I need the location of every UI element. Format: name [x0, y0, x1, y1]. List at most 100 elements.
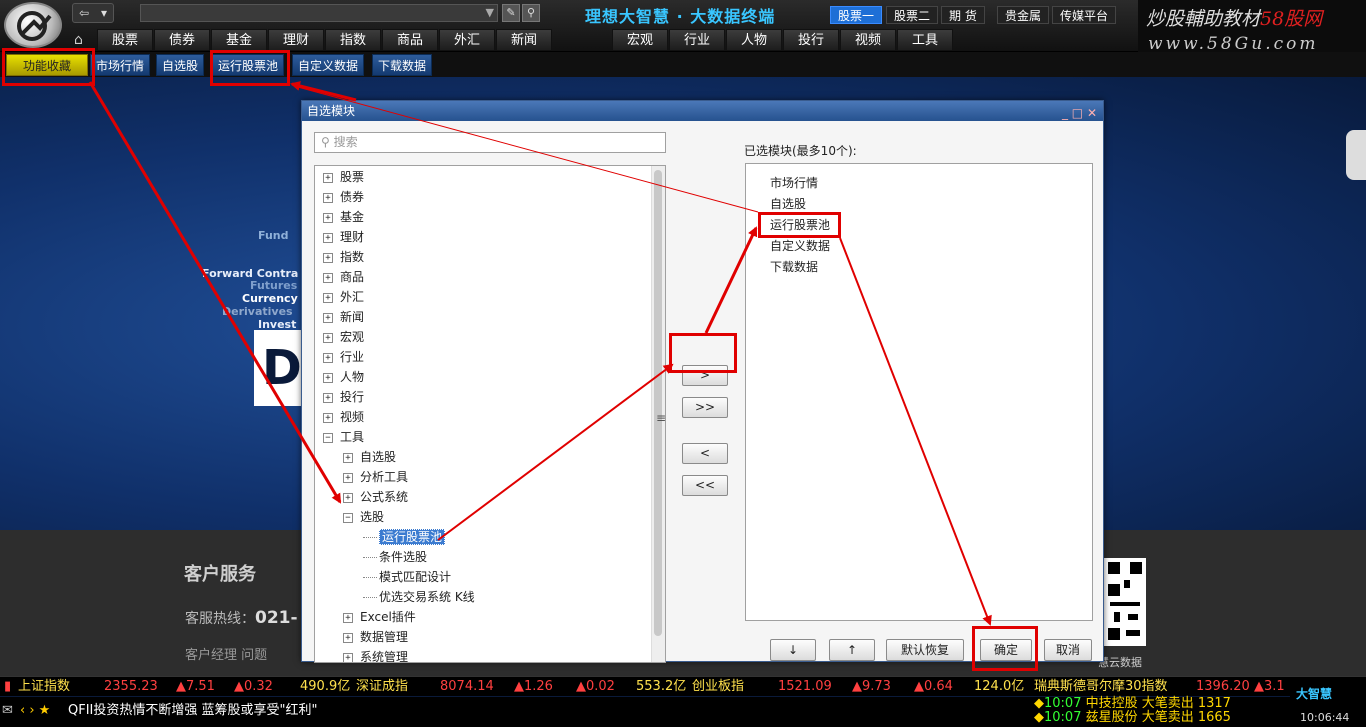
tab-forex[interactable]: 外汇	[439, 29, 495, 51]
expand-icon[interactable]: +	[343, 472, 353, 483]
tree-node-tools[interactable]: − 工具	[323, 428, 364, 446]
tab-bonds[interactable]: 债券	[154, 29, 210, 51]
mail-icon[interactable]: ✉	[2, 697, 13, 725]
home-icon[interactable]: ⌂	[74, 32, 83, 48]
remove-all-button[interactable]: <<	[682, 475, 728, 496]
expand-icon[interactable]: +	[323, 252, 333, 263]
expand-icon[interactable]: +	[323, 232, 333, 243]
ticker-sh-name[interactable]: 上证指数	[18, 677, 70, 697]
segment-precious-metal[interactable]: 贵金属	[997, 6, 1050, 24]
expand-icon[interactable]: +	[343, 452, 353, 463]
tree-leaf-pattern-design[interactable]: 模式匹配设计	[363, 568, 451, 586]
chevron-down-icon[interactable]: ▾	[101, 6, 107, 20]
back-arrow-icon[interactable]: ⇦	[79, 6, 89, 20]
scrollbar-thumb[interactable]	[654, 170, 662, 636]
expand-icon[interactable]: +	[343, 612, 353, 623]
tab-wealth[interactable]: 理财	[268, 29, 324, 51]
expand-icon[interactable]: +	[323, 292, 333, 303]
fav-run-stock-pool[interactable]: 运行股票池	[212, 54, 285, 76]
tree-node-macro[interactable]: + 宏观	[323, 328, 364, 346]
alert-row[interactable]: ◆10:07 中技控股 大笔卖出 1317	[1034, 697, 1290, 711]
news-headline[interactable]: QFII投资热情不断增强 蓝筹股或享受"红利"	[68, 697, 317, 725]
minimize-icon[interactable]: _	[1062, 106, 1068, 120]
fav-watchlist[interactable]: 自选股	[156, 54, 205, 76]
module-search-input[interactable]: ⚲ 搜索	[314, 132, 666, 153]
address-input[interactable]: ▼	[140, 4, 498, 22]
list-item[interactable]: 自定义数据	[770, 236, 830, 256]
expand-icon[interactable]: +	[323, 312, 333, 323]
tree-node-stock-selection[interactable]: − 选股	[343, 508, 384, 526]
tree-node-index[interactable]: + 指数	[323, 248, 364, 266]
segment-stock-1[interactable]: 股票一	[830, 6, 883, 24]
collapse-icon[interactable]: −	[323, 432, 333, 443]
move-up-button[interactable]: ↑	[829, 639, 875, 661]
dialog-titlebar[interactable]: 自选模块 _ □ ✕	[302, 101, 1103, 121]
ticker-cy-name[interactable]: 创业板指	[692, 677, 744, 697]
tree-leaf-condition-selection[interactable]: 条件选股	[363, 548, 427, 566]
tab-people[interactable]: 人物	[726, 29, 782, 51]
add-all-button[interactable]: >>	[682, 397, 728, 418]
expand-icon[interactable]: +	[323, 412, 333, 423]
move-down-button[interactable]: ↓	[770, 639, 816, 661]
expand-icon[interactable]: +	[343, 652, 353, 662]
segment-futures[interactable]: 期 货	[941, 6, 985, 24]
tab-video[interactable]: 视频	[840, 29, 896, 51]
list-item[interactable]: 自选股	[770, 194, 806, 214]
expand-icon[interactable]: +	[323, 392, 333, 403]
tab-industry[interactable]: 行业	[669, 29, 725, 51]
list-item[interactable]: 市场行情	[770, 173, 818, 193]
restore-default-button[interactable]: 默认恢复	[886, 639, 964, 661]
tree-node-video[interactable]: + 视频	[323, 408, 364, 426]
expand-icon[interactable]: +	[343, 492, 353, 503]
tree-node-excel-plugin[interactable]: + Excel插件	[343, 608, 416, 626]
maximize-icon[interactable]: □	[1072, 106, 1083, 120]
expand-icon[interactable]: +	[323, 332, 333, 343]
add-button[interactable]: >	[682, 365, 728, 386]
side-scroll-tab[interactable]	[1346, 130, 1366, 180]
tab-index[interactable]: 指数	[325, 29, 381, 51]
ticker-sz-name[interactable]: 深证成指	[356, 677, 408, 697]
tree-node-investment-bank[interactable]: + 投行	[323, 388, 364, 406]
history-nav[interactable]: ⇦ ▾	[72, 3, 114, 23]
tree-node-system-management[interactable]: + 系统管理	[343, 648, 408, 662]
tree-node-wealth[interactable]: + 理财	[323, 228, 364, 246]
tree-node-watchlist[interactable]: + 自选股	[343, 448, 396, 466]
list-item[interactable]: 下载数据	[770, 257, 818, 277]
expand-icon[interactable]: +	[323, 352, 333, 363]
news-nav-arrows[interactable]: ‹ › ★	[20, 697, 50, 725]
splitter-grip-icon[interactable]: ≡	[656, 411, 666, 425]
close-icon[interactable]: ✕	[1087, 106, 1097, 120]
alert-row[interactable]: ◆10:07 兹星股份 大笔卖出 1665	[1034, 711, 1290, 725]
app-logo[interactable]	[4, 2, 62, 48]
tree-node-bonds[interactable]: + 债券	[323, 188, 364, 206]
tab-funds[interactable]: 基金	[211, 29, 267, 51]
fav-download-data[interactable]: 下载数据	[372, 54, 433, 76]
tab-macro[interactable]: 宏观	[612, 29, 668, 51]
segment-media[interactable]: 传媒平台	[1052, 6, 1117, 24]
tree-leaf-run-stock-pool[interactable]: 运行股票池	[363, 528, 446, 546]
tab-investment-bank[interactable]: 投行	[783, 29, 839, 51]
tree-node-news[interactable]: + 新闻	[323, 308, 364, 326]
expand-icon[interactable]: +	[323, 192, 333, 203]
dropdown-icon[interactable]: ▼	[486, 6, 494, 19]
expand-icon[interactable]: +	[323, 172, 333, 183]
list-item[interactable]: 运行股票池	[770, 215, 830, 235]
tree-node-commodities[interactable]: + 商品	[323, 268, 364, 286]
tree-node-data-management[interactable]: + 数据管理	[343, 628, 408, 646]
remove-button[interactable]: <	[682, 443, 728, 464]
tree-leaf-trading-system-kline[interactable]: 优选交易系统 K线	[363, 588, 475, 606]
tab-commodities[interactable]: 商品	[382, 29, 438, 51]
confirm-button[interactable]: 确定	[980, 639, 1032, 661]
tree-node-people[interactable]: + 人物	[323, 368, 364, 386]
ticker-om-name[interactable]: 瑞典斯德哥尔摩30指数	[1034, 677, 1168, 697]
segment-stock-2[interactable]: 股票二	[886, 6, 939, 24]
fav-market-quotes[interactable]: 市场行情	[90, 54, 151, 76]
corner-logo[interactable]: 大智慧	[1296, 685, 1332, 702]
search-icon[interactable]: ⚲	[522, 4, 540, 22]
tree-node-industry[interactable]: + 行业	[323, 348, 364, 366]
tree-node-formula-system[interactable]: + 公式系统	[343, 488, 408, 506]
cancel-button[interactable]: 取消	[1044, 639, 1092, 661]
tab-tools[interactable]: 工具	[897, 29, 953, 51]
fav-custom-data[interactable]: 自定义数据	[292, 54, 365, 76]
collapse-icon[interactable]: −	[343, 512, 353, 523]
